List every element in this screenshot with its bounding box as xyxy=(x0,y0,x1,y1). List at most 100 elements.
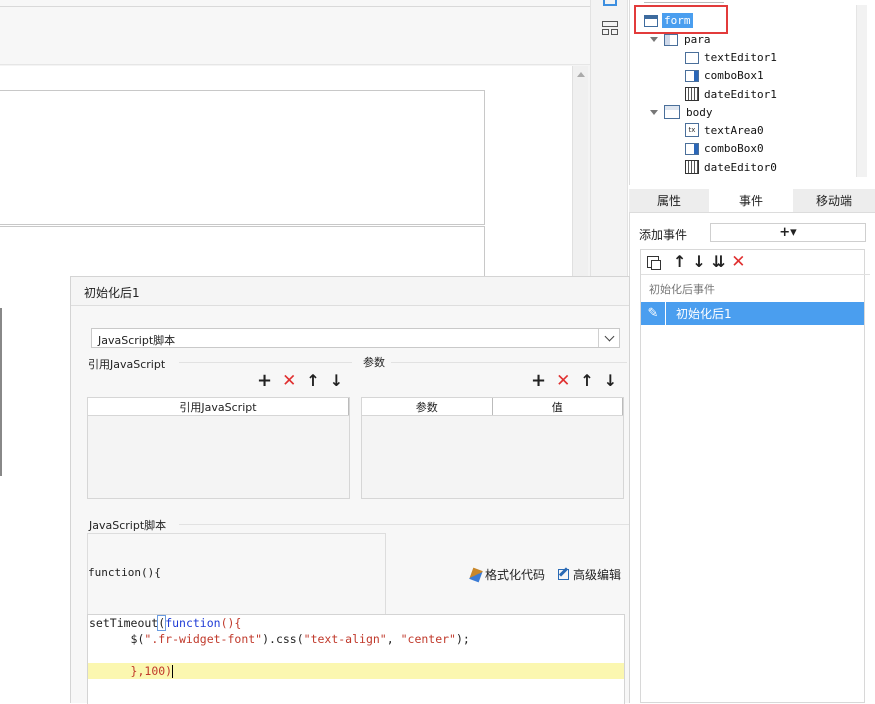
event-toolbar: ↑ ↓ ⇊ ✕ xyxy=(641,250,870,275)
tree-label: dateEditor0 xyxy=(704,160,777,174)
expand-arrow-icon[interactable] xyxy=(650,37,658,42)
ref-js-table[interactable]: 引用JavaScript xyxy=(87,397,350,499)
tree-toolbar-remnant xyxy=(644,0,724,3)
tree-label-para: para xyxy=(684,33,711,46)
tree-node-dateEditor1[interactable]: dateEditor1 xyxy=(685,87,777,101)
designer-widget-para[interactable] xyxy=(0,90,485,225)
add-event-label: 添加事件 xyxy=(639,228,688,242)
event-group-label: 初始化后事件 xyxy=(649,283,715,296)
brush-icon xyxy=(469,567,483,582)
selection-highlight-box xyxy=(634,5,728,34)
right-tabs: 属性 事件 移动端 xyxy=(629,189,875,213)
code-token-keyword: function xyxy=(165,616,221,630)
code-token: ) xyxy=(165,664,173,678)
tree-node-body[interactable]: body xyxy=(650,105,713,119)
move-down-icon[interactable]: ↓ xyxy=(604,373,617,389)
edit-icon xyxy=(558,567,569,580)
event-item-label: 初始化后1 xyxy=(676,307,732,321)
tree-label: dateEditor1 xyxy=(704,87,777,101)
code-line-1: setTimeout(function(){ xyxy=(89,615,242,631)
widget-panel-icon[interactable] xyxy=(603,0,617,6)
add-event-icon: +▾ xyxy=(779,225,797,240)
tree-scrollbar[interactable] xyxy=(856,5,867,177)
tree-node-dateEditor0[interactable]: dateEditor0 xyxy=(685,160,777,174)
code-token-string: "text-align" xyxy=(303,632,387,646)
add-event-dropdown[interactable]: +▾ xyxy=(710,223,866,242)
tree-node-textArea0[interactable]: tx textArea0 xyxy=(685,123,764,137)
tree-label-body: body xyxy=(686,105,713,119)
code-token-string: "center" xyxy=(400,632,456,646)
tree-node-comboBox0[interactable]: comboBox0 xyxy=(685,142,764,155)
params-table[interactable]: 参数 值 xyxy=(361,397,624,499)
code-token: $( xyxy=(89,632,145,646)
tab-properties[interactable]: 属性 xyxy=(629,189,709,212)
scroll-up-icon[interactable] xyxy=(576,72,585,77)
text-editor-icon xyxy=(685,51,699,64)
select-dropdown-button[interactable] xyxy=(598,329,619,347)
add-icon[interactable]: + xyxy=(257,372,272,390)
delete-icon[interactable]: ✕ xyxy=(556,373,570,390)
code-token: ).css( xyxy=(262,632,304,646)
move-down-icon[interactable]: ↓ xyxy=(692,254,705,270)
delete-icon[interactable]: ✕ xyxy=(282,373,296,390)
text-cursor xyxy=(172,665,174,678)
tree-label: comboBox0 xyxy=(704,142,764,155)
dialog-title: 初始化后1 xyxy=(84,286,140,300)
format-code-button[interactable]: 格式化代码 xyxy=(469,566,546,583)
copy-icon[interactable] xyxy=(647,256,661,270)
layout-panel-icon[interactable] xyxy=(602,21,618,35)
code-token: setTimeout xyxy=(89,616,159,630)
code-token-string: ".fr-widget-font" xyxy=(144,632,263,646)
function-header: function(){ xyxy=(88,566,161,579)
script-type-select[interactable]: JavaScript脚本 xyxy=(91,328,620,348)
code-line-2: $(".fr-widget-font").css("text-align", "… xyxy=(89,632,470,646)
format-code-label: 格式化代码 xyxy=(485,568,546,582)
advanced-edit-label: 高级编辑 xyxy=(573,568,622,582)
move-up-icon[interactable]: ↑ xyxy=(306,373,319,389)
add-icon[interactable]: + xyxy=(531,372,546,390)
column-header: 引用JavaScript xyxy=(88,398,349,415)
ref-js-section-title: 引用JavaScript xyxy=(88,358,166,371)
tree-node-comboBox1[interactable]: comboBox1 xyxy=(685,69,764,82)
tree-node-textEditor1[interactable]: textEditor1 xyxy=(685,51,777,64)
combo-box-icon xyxy=(685,69,699,82)
code-line-4: },100) xyxy=(89,664,174,678)
code-editor[interactable]: setTimeout(function(){ $(".fr-widget-fon… xyxy=(87,614,625,704)
js-script-section-title: JavaScript脚本 xyxy=(89,519,167,532)
tree-node-para[interactable]: para xyxy=(650,33,711,46)
event-dialog: 初始化后1 JavaScript脚本 引用JavaScript + ✕ ↑ ↓ … xyxy=(70,276,630,704)
delete-icon[interactable]: ✕ xyxy=(731,254,745,271)
js-script-divider xyxy=(179,524,629,525)
move-bottom-icon[interactable]: ⇊ xyxy=(712,254,725,270)
dialog-title-bar: 初始化后1 xyxy=(71,277,629,306)
combo-box-icon xyxy=(685,142,699,155)
body-icon xyxy=(664,105,680,119)
event-item-selected[interactable]: ✎ 初始化后1 xyxy=(641,302,864,325)
chevron-down-icon xyxy=(604,331,614,341)
code-token: ); xyxy=(455,632,470,646)
edit-pencil-icon: ✎ xyxy=(641,302,666,325)
code-token: 100 xyxy=(144,664,166,678)
expand-arrow-icon[interactable] xyxy=(650,109,658,115)
widget-tree-panel: form para textEditor1 comboBox1 dateEdit… xyxy=(629,0,875,185)
side-toolbar xyxy=(590,0,628,290)
ref-js-divider xyxy=(179,362,352,363)
advanced-edit-button[interactable]: 高级编辑 xyxy=(558,566,621,583)
move-down-icon[interactable]: ↓ xyxy=(330,373,343,389)
tree-label: textArea0 xyxy=(704,123,764,137)
tab-mobile[interactable]: 移动端 xyxy=(793,189,875,212)
tree-label: comboBox1 xyxy=(704,69,764,82)
code-token: , xyxy=(386,632,401,646)
designer-toolbar xyxy=(0,0,590,65)
script-type-value: JavaScript脚本 xyxy=(98,334,176,347)
designer-left-edge xyxy=(0,308,2,476)
code-token: (){ xyxy=(220,616,242,630)
column-header: 参数 xyxy=(362,398,493,415)
params-table-header: 参数 值 xyxy=(362,398,623,416)
event-list-box: ↑ ↓ ⇊ ✕ 初始化后事件 ✎ 初始化后1 xyxy=(640,249,870,703)
para-icon xyxy=(664,33,678,46)
move-up-icon[interactable]: ↑ xyxy=(673,254,686,270)
move-up-icon[interactable]: ↑ xyxy=(580,373,593,389)
tree-label: textEditor1 xyxy=(704,51,777,64)
tab-events[interactable]: 事件 xyxy=(709,189,793,212)
